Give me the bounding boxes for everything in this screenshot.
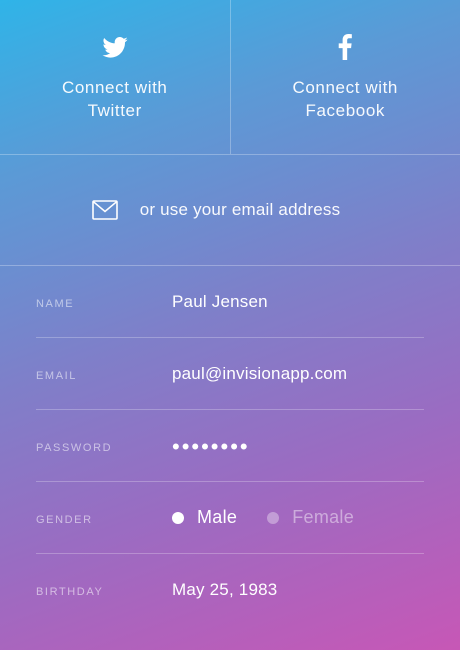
email-field[interactable]: paul@invisionapp.com <box>172 364 347 384</box>
social-login-bar: Connect with Twitter Connect with Facebo… <box>0 0 460 155</box>
name-label: NAME <box>36 297 75 310</box>
facebook-label: Connect with Facebook <box>292 78 398 120</box>
gender-male-radio[interactable]: Male <box>172 507 237 528</box>
gender-row: GENDER Male Female <box>36 482 424 554</box>
connect-twitter-button[interactable]: Connect with Twitter <box>0 0 230 154</box>
password-row: PASSWORD •••••••• <box>36 410 424 482</box>
use-email-label: or use your email address <box>139 200 341 219</box>
gender-radio-group: Male Female <box>172 507 384 528</box>
email-row: EMAIL paul@invisionapp.com <box>36 338 424 410</box>
birthday-label: BIRTHDAY <box>36 586 104 598</box>
name-field[interactable]: Paul Jensen <box>172 292 268 312</box>
birthday-field[interactable]: May 25, 1983 <box>172 580 277 600</box>
gender-female-label: Female <box>292 507 355 527</box>
twitter-icon <box>102 34 128 60</box>
envelope-icon <box>91 200 118 220</box>
facebook-icon <box>338 34 353 60</box>
signup-form: NAME Paul Jensen EMAIL paul@invisionapp.… <box>36 266 424 626</box>
radio-selected-icon <box>172 511 184 524</box>
name-row: NAME Paul Jensen <box>36 266 424 338</box>
gender-label: GENDER <box>36 513 93 526</box>
gender-male-label: Male <box>197 507 238 527</box>
password-label: PASSWORD <box>36 441 113 454</box>
password-field[interactable]: •••••••• <box>172 434 250 458</box>
gender-female-radio[interactable]: Female <box>267 507 354 528</box>
email-label: EMAIL <box>36 369 78 382</box>
birthday-row: BIRTHDAY May 25, 1983 <box>36 554 424 626</box>
twitter-label: Connect with Twitter <box>62 78 168 120</box>
use-email-option[interactable]: or use your email address <box>0 155 460 266</box>
radio-unselected-icon <box>267 511 280 524</box>
connect-facebook-button[interactable]: Connect with Facebook <box>229 0 460 154</box>
